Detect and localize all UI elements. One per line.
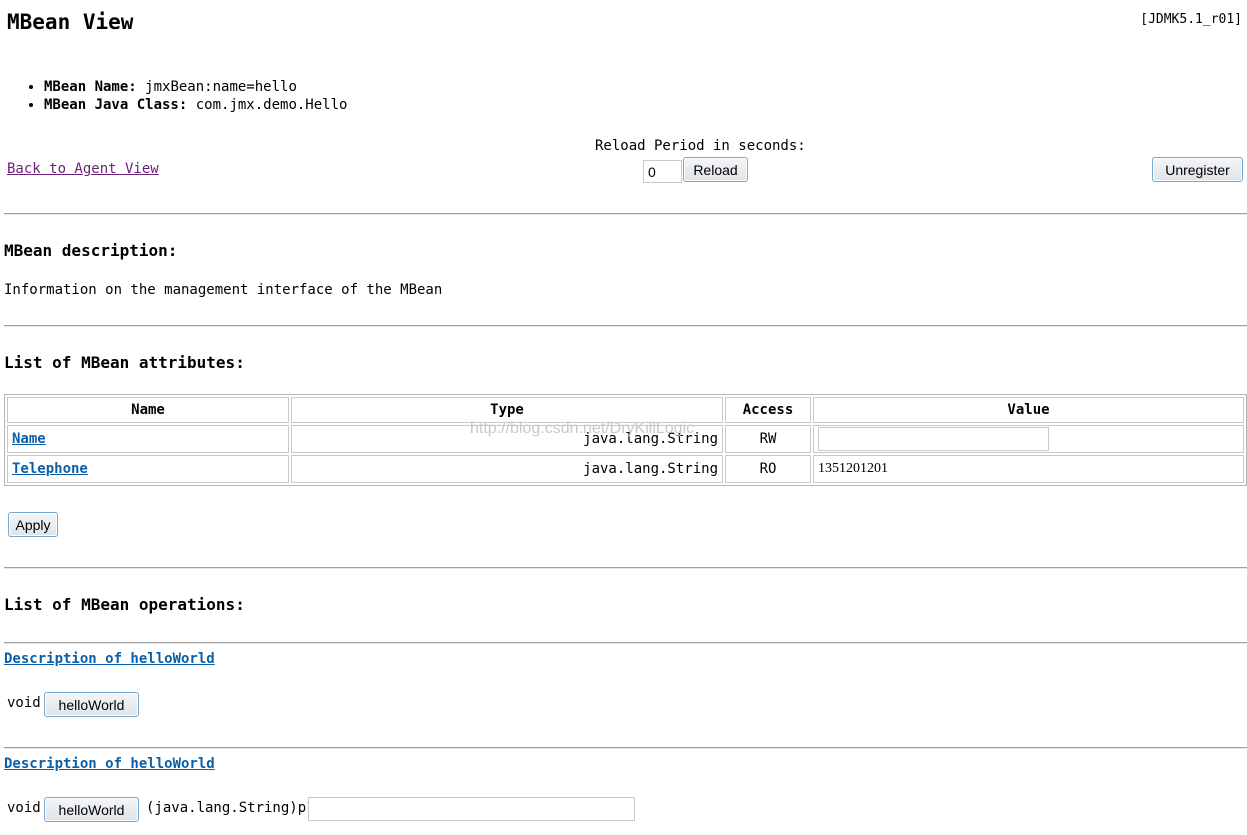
divider [4, 642, 1247, 644]
attribute-value-cell [813, 425, 1244, 453]
operation-param-label: (java.lang.String)p1 [146, 800, 315, 816]
attribute-name-cell: Telephone [7, 455, 289, 483]
version-label: [JDMK5.1_r01] [1140, 12, 1242, 27]
hello-world-button[interactable]: helloWorld [44, 692, 139, 717]
operation-param-input[interactable] [308, 797, 635, 821]
watermark: http://blog.csdn.net/DryKillLogic [470, 420, 695, 437]
table-row: Telephone java.lang.String RO 1351201201 [7, 455, 1244, 483]
divider [4, 325, 1247, 327]
divider [4, 567, 1247, 569]
mbean-class-label: MBean Java Class: [44, 97, 188, 113]
back-to-agent-view-link[interactable]: Back to Agent View [7, 161, 159, 177]
column-header-value: Value [813, 397, 1244, 423]
attribute-name-link[interactable]: Telephone [12, 461, 88, 477]
attributes-table: Name Type Access Value Name java.lang.St… [4, 394, 1247, 486]
attribute-access-cell: RO [725, 455, 811, 483]
attribute-value-cell: 1351201201 [813, 455, 1244, 483]
operation-description-link[interactable]: Description of helloWorld [4, 756, 215, 772]
column-header-access: Access [725, 397, 811, 423]
operations-title: List of MBean operations: [4, 595, 245, 614]
operation-return-type: void [7, 695, 41, 711]
divider [4, 747, 1247, 749]
reload-period-input[interactable] [643, 160, 682, 183]
mbean-class-value: com.jmx.demo.Hello [195, 97, 348, 113]
hello-world-param-button[interactable]: helloWorld [44, 797, 139, 822]
attribute-value-input[interactable] [818, 427, 1049, 451]
mbean-class-item: MBean Java Class: com.jmx.demo.Hello [44, 96, 347, 114]
reload-button[interactable]: Reload [683, 157, 748, 182]
description-text: Information on the management interface … [4, 282, 443, 298]
mbean-name-value: jmxBean:name=hello [145, 79, 297, 95]
description-title: MBean description: [4, 241, 178, 260]
page-title: MBean View [7, 10, 134, 34]
attribute-type-cell: java.lang.String [291, 455, 723, 483]
mbean-name-label: MBean Name: [44, 79, 137, 95]
mbean-info-list: MBean Name: jmxBean:name=hello MBean Jav… [0, 78, 347, 114]
operation-return-type: void [7, 800, 41, 816]
attributes-title: List of MBean attributes: [4, 353, 245, 372]
unregister-button[interactable]: Unregister [1152, 157, 1243, 182]
mbean-name-item: MBean Name: jmxBean:name=hello [44, 78, 347, 96]
attribute-access-cell: RW [725, 425, 811, 453]
reload-period-label: Reload Period in seconds: [595, 138, 806, 154]
attribute-name-cell: Name [7, 425, 289, 453]
attribute-name-link[interactable]: Name [12, 431, 46, 447]
apply-button[interactable]: Apply [8, 512, 58, 537]
operation-description-link[interactable]: Description of helloWorld [4, 651, 215, 667]
divider [4, 213, 1247, 215]
column-header-name: Name [7, 397, 289, 423]
